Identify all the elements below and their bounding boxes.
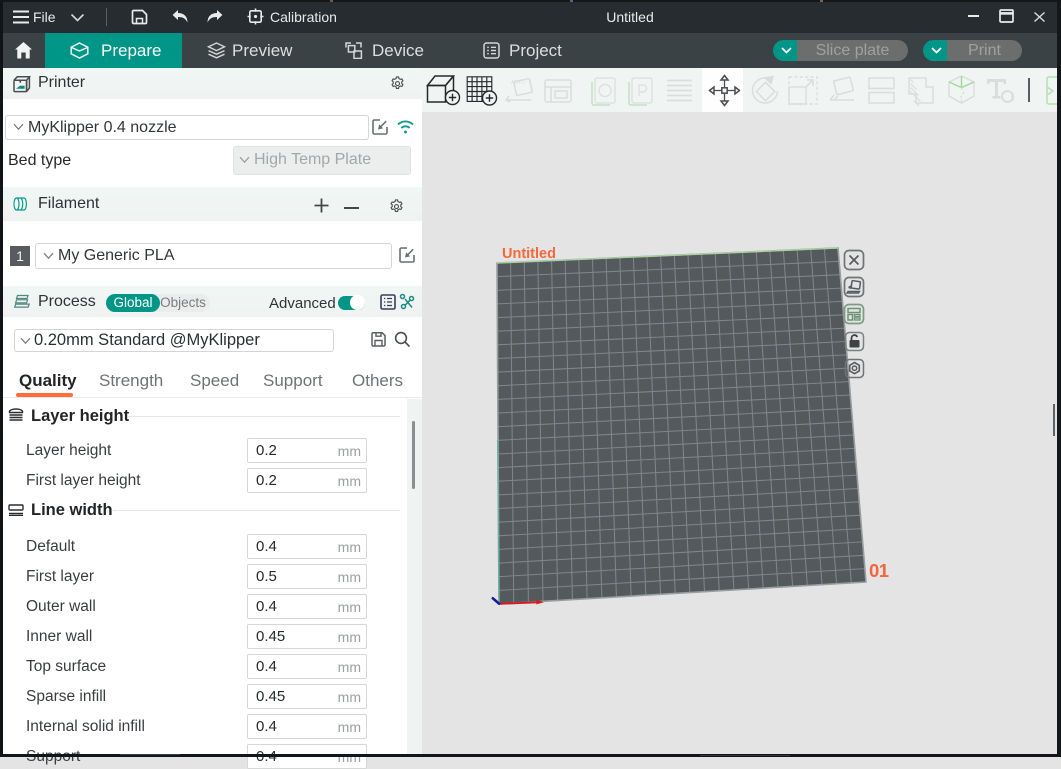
svg-text:AUTO: AUTO [511,80,525,86]
